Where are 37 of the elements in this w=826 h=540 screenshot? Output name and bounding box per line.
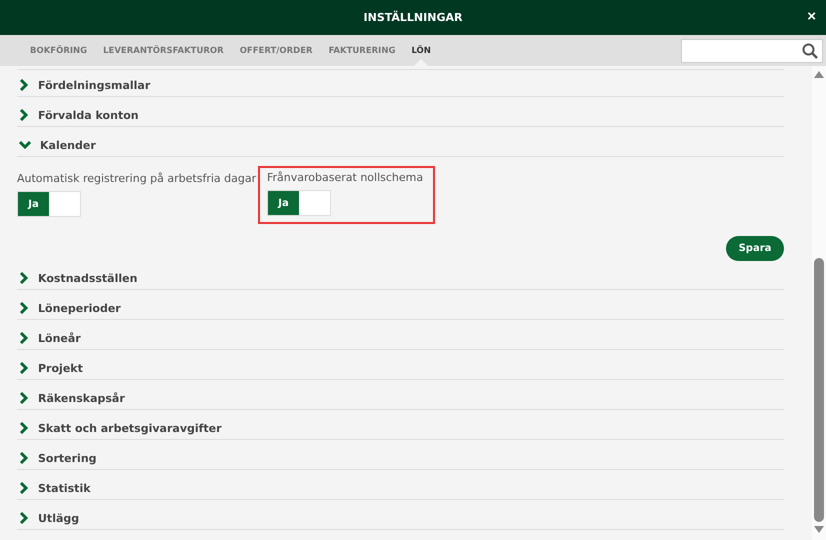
toggle-switch[interactable]: Ja: [267, 190, 331, 216]
chevron-right-icon: [19, 482, 29, 494]
setting-label: Frånvarobaserat nollschema: [267, 171, 424, 185]
window-title: INSTÄLLNINGAR: [364, 11, 462, 24]
section-header[interactable]: Räkenskapsår: [17, 387, 784, 410]
chevron-right-icon: [19, 272, 29, 284]
chevron-right-icon: [19, 512, 29, 524]
chevron-right-icon: [19, 332, 29, 344]
chevron-right-icon: [19, 392, 29, 404]
section-header[interactable]: Statistik: [17, 477, 784, 500]
section-header[interactable]: Utlägg: [17, 507, 784, 530]
section-header[interactable]: Kalender: [17, 134, 784, 157]
section-header[interactable]: Sortering: [17, 447, 784, 470]
save-button[interactable]: Spara: [726, 236, 784, 261]
scroll-up-icon[interactable]: [814, 70, 824, 78]
scrollbar[interactable]: [812, 66, 826, 540]
chevron-right-icon: [19, 79, 29, 91]
section-header[interactable]: Förvalda konton: [17, 104, 784, 127]
section-header[interactable]: Fördelningsmallar: [17, 74, 784, 97]
chevron-right-icon: [19, 302, 29, 314]
search-field[interactable]: [681, 38, 823, 62]
chevron-down-icon: [19, 140, 31, 150]
tab[interactable]: LÖN: [404, 35, 438, 66]
section-header[interactable]: Löneperioder: [17, 297, 784, 320]
section-header[interactable]: Kostnadsställen: [17, 267, 784, 290]
section-header[interactable]: Projekt: [17, 357, 784, 380]
chevron-right-icon: [19, 422, 29, 434]
scroll-down-icon[interactable]: [814, 526, 824, 534]
toggle-switch[interactable]: Ja: [17, 191, 81, 217]
section-header[interactable]: Skatt och arbetsgivaravgifter: [17, 417, 784, 440]
close-button[interactable]: ×: [805, 9, 818, 25]
chevron-right-icon: [19, 109, 29, 121]
chevron-right-icon: [19, 452, 29, 464]
section-header[interactable]: Löneår: [17, 327, 784, 350]
setting-label: Automatisk registrering på arbetsfria dagar: [17, 172, 257, 186]
search-icon: [802, 42, 818, 58]
chevron-right-icon: [19, 362, 29, 374]
